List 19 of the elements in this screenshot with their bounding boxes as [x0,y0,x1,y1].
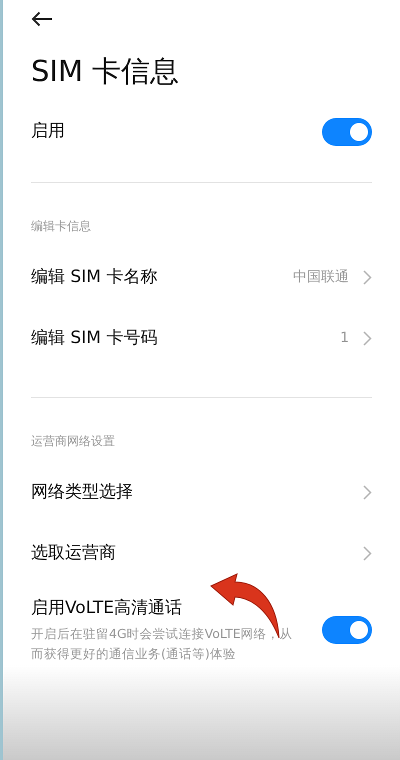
setting-label: 启用 [31,120,65,144]
chevron-icon [363,485,372,500]
setting-label: 启用VoLTE高清通话 [31,597,183,620]
settings-row[interactable]: 选取运营商 [3,523,400,584]
settings-row[interactable]: 编辑 SIM 卡号码 1 [3,308,400,369]
setting-description: 开启后在驻留4G时会尝试连接VoLTE网络，从而获得更好的通信业务(通话等)体验 [31,624,294,662]
toggle-switch[interactable] [322,616,372,644]
chevron-icon [363,546,372,561]
back-arrow-icon[interactable] [31,11,53,27]
toggle-switch[interactable] [322,118,372,146]
chevron-icon [363,331,372,346]
row-value: 1 [340,329,349,348]
section-header: 运营商网络设置 [31,434,115,448]
chevron-icon [363,270,372,285]
row-value: 中国联通 [293,268,349,287]
settings-row[interactable]: 编辑 SIM 卡名称 中国联通 [3,247,400,308]
page-title: SIM 卡信息 [31,54,180,88]
settings-row[interactable]: 网络类型选择 [3,462,400,523]
section-header: 编辑卡信息 [31,219,91,233]
